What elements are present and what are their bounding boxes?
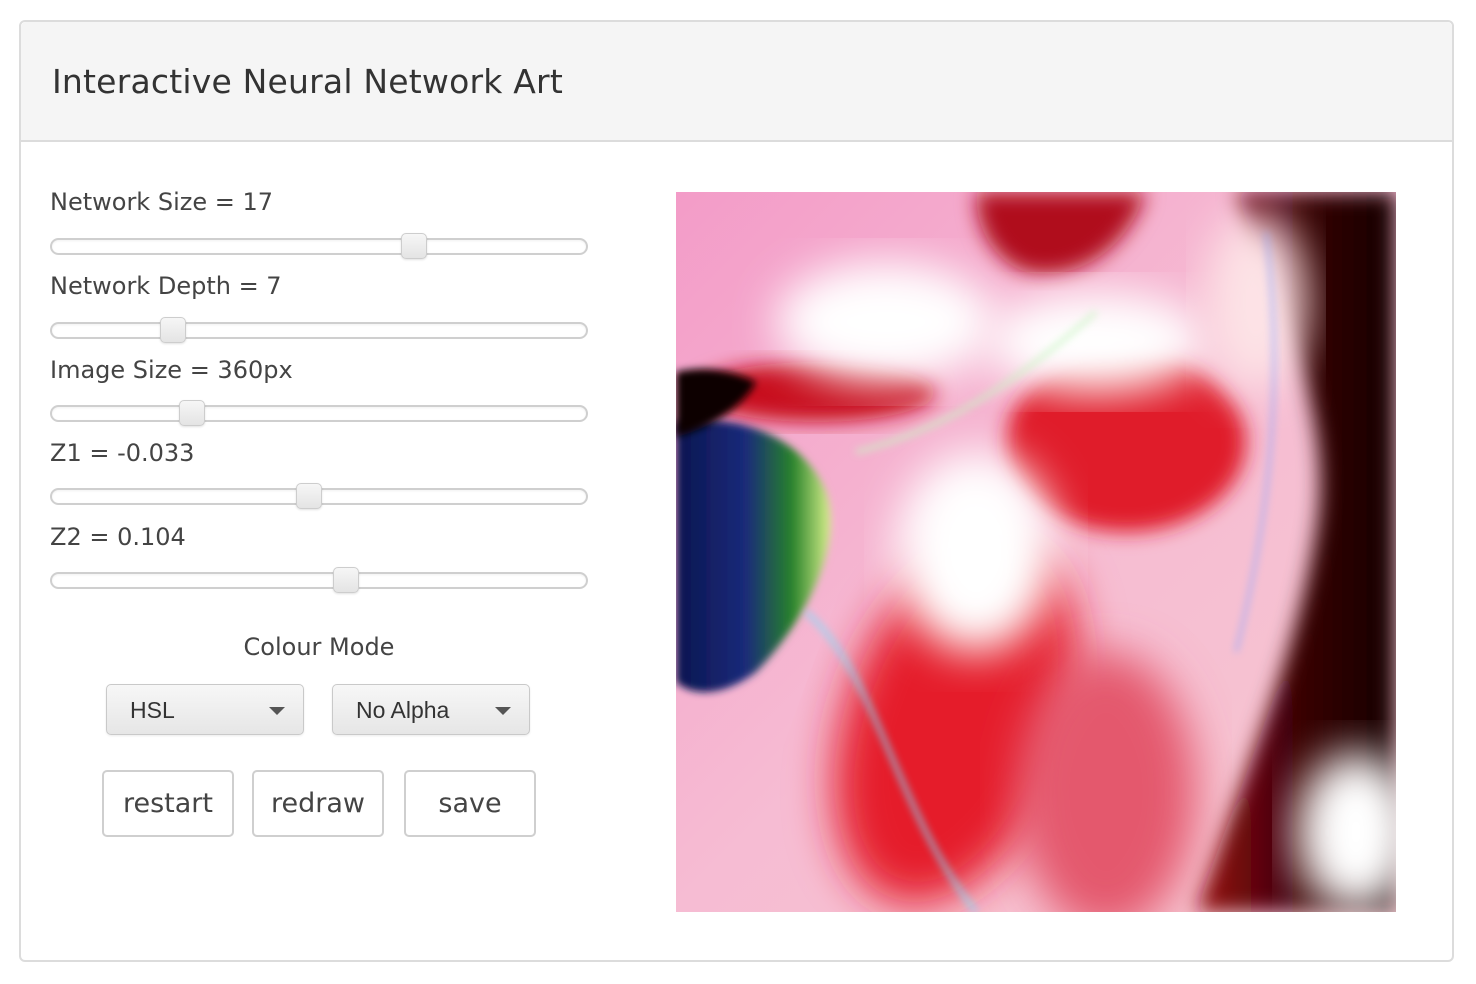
network-depth-slider[interactable] [50,317,588,343]
network-depth-label: Network Depth = 7 [50,272,282,300]
save-button[interactable]: save [404,770,536,837]
slider-handle[interactable] [401,233,427,259]
page-title: Interactive Neural Network Art [52,62,563,101]
network-size-slider[interactable] [50,233,588,259]
slider-handle[interactable] [179,400,205,426]
image-size-label: Image Size = 360px [50,356,293,384]
slider-track [50,322,588,339]
z2-label: Z2 = 0.104 [50,523,186,551]
panel-header: Interactive Neural Network Art [21,22,1452,142]
z1-label: Z1 = -0.033 [50,439,195,467]
z2-slider[interactable] [50,567,588,593]
colour-mode-value: HSL [130,697,175,723]
chevron-down-icon [495,707,511,715]
slider-track [50,572,588,589]
colour-mode-label: Colour Mode [243,633,395,661]
chevron-down-icon [269,707,285,715]
redraw-button[interactable]: redraw [252,770,384,837]
slider-handle[interactable] [296,483,322,509]
slider-handle[interactable] [160,317,186,343]
z1-slider[interactable] [50,483,588,509]
alpha-mode-value: No Alpha [356,697,450,723]
slider-track [50,405,588,422]
restart-button[interactable]: restart [102,770,234,837]
image-size-slider[interactable] [50,400,588,426]
slider-track [50,238,588,255]
colour-mode-select[interactable]: HSL [106,684,304,735]
alpha-mode-select[interactable]: No Alpha [332,684,530,735]
network-size-label: Network Size = 17 [50,188,274,216]
slider-handle[interactable] [333,567,359,593]
generated-artwork[interactable] [676,192,1396,912]
